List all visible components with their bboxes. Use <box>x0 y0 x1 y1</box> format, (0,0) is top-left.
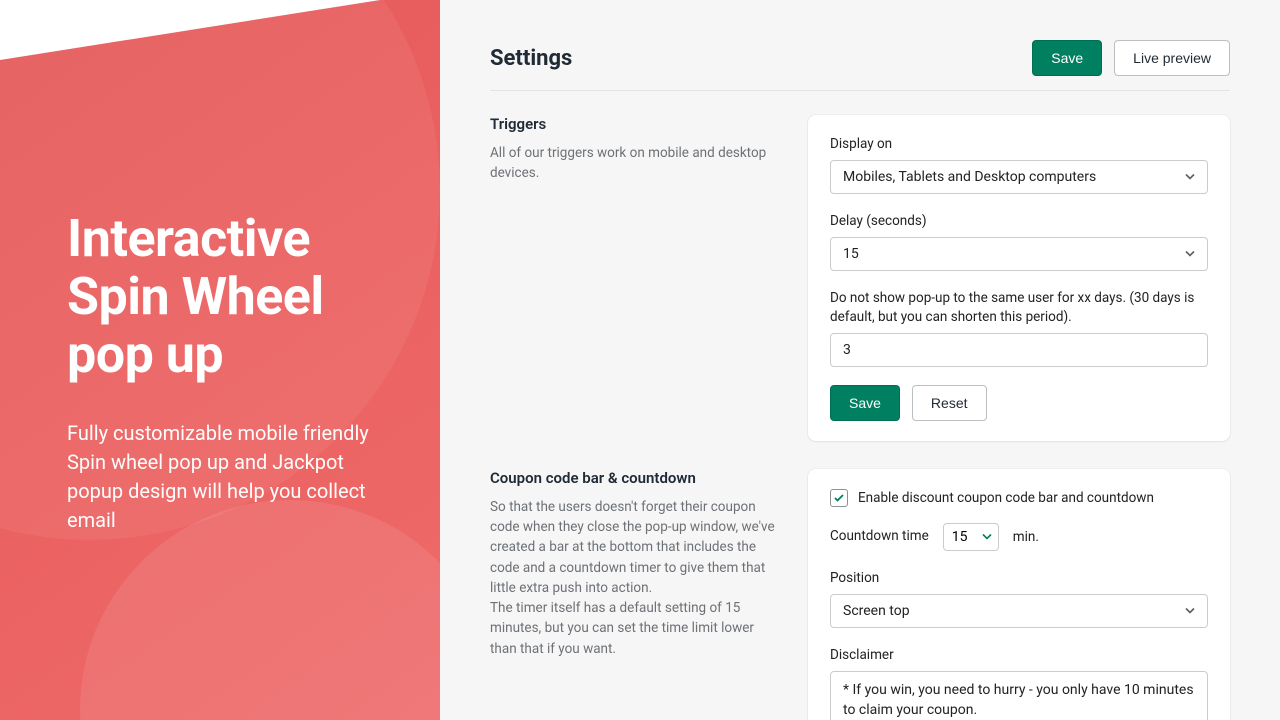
coupon-desc-1: So that the users doesn't forget their c… <box>490 497 780 598</box>
header-save-button[interactable]: Save <box>1032 40 1102 76</box>
countdown-select[interactable]: 15 <box>943 523 999 551</box>
hide-days-label: Do not show pop-up to the same user for … <box>830 289 1208 327</box>
delay-label: Delay (seconds) <box>830 212 1208 231</box>
page-title: Settings <box>490 46 572 71</box>
enable-coupon-checkbox[interactable] <box>830 489 848 507</box>
settings-panel: Settings Save Live preview Triggers All … <box>440 0 1280 720</box>
triggers-title: Triggers <box>490 115 780 133</box>
position-label: Position <box>830 569 1208 588</box>
hero-subtitle: Fully customizable mobile friendly Spin … <box>67 419 400 535</box>
check-icon <box>833 492 845 504</box>
coupon-card: Enable discount coupon code bar and coun… <box>808 469 1230 720</box>
position-select[interactable]: Screen top <box>830 594 1208 628</box>
countdown-unit: min. <box>1013 529 1039 545</box>
disclaimer-textarea[interactable] <box>830 671 1208 720</box>
coupon-title: Coupon code bar & countdown <box>490 469 780 487</box>
coupon-section: Coupon code bar & countdown So that the … <box>490 469 1230 720</box>
live-preview-button[interactable]: Live preview <box>1114 40 1230 76</box>
marketing-panel: Interactive Spin Wheel pop up Fully cust… <box>0 0 440 720</box>
triggers-desc: All of our triggers work on mobile and d… <box>490 143 780 184</box>
hero-title: Interactive Spin Wheel pop up <box>67 210 400 385</box>
countdown-label: Countdown time <box>830 527 929 546</box>
enable-coupon-label: Enable discount coupon code bar and coun… <box>858 490 1154 506</box>
delay-select[interactable]: 15 <box>830 237 1208 271</box>
triggers-save-button[interactable]: Save <box>830 385 900 421</box>
display-on-label: Display on <box>830 135 1208 154</box>
triggers-section: Triggers All of our triggers work on mob… <box>490 115 1230 441</box>
display-on-select[interactable]: Mobiles, Tablets and Desktop computers <box>830 160 1208 194</box>
disclaimer-label: Disclaimer <box>830 646 1208 665</box>
header-divider <box>490 90 1230 91</box>
coupon-desc-2: The timer itself has a default setting o… <box>490 598 780 659</box>
triggers-reset-button[interactable]: Reset <box>912 385 987 421</box>
hide-days-input[interactable] <box>830 333 1208 367</box>
triggers-card: Display on Mobiles, Tablets and Desktop … <box>808 115 1230 441</box>
